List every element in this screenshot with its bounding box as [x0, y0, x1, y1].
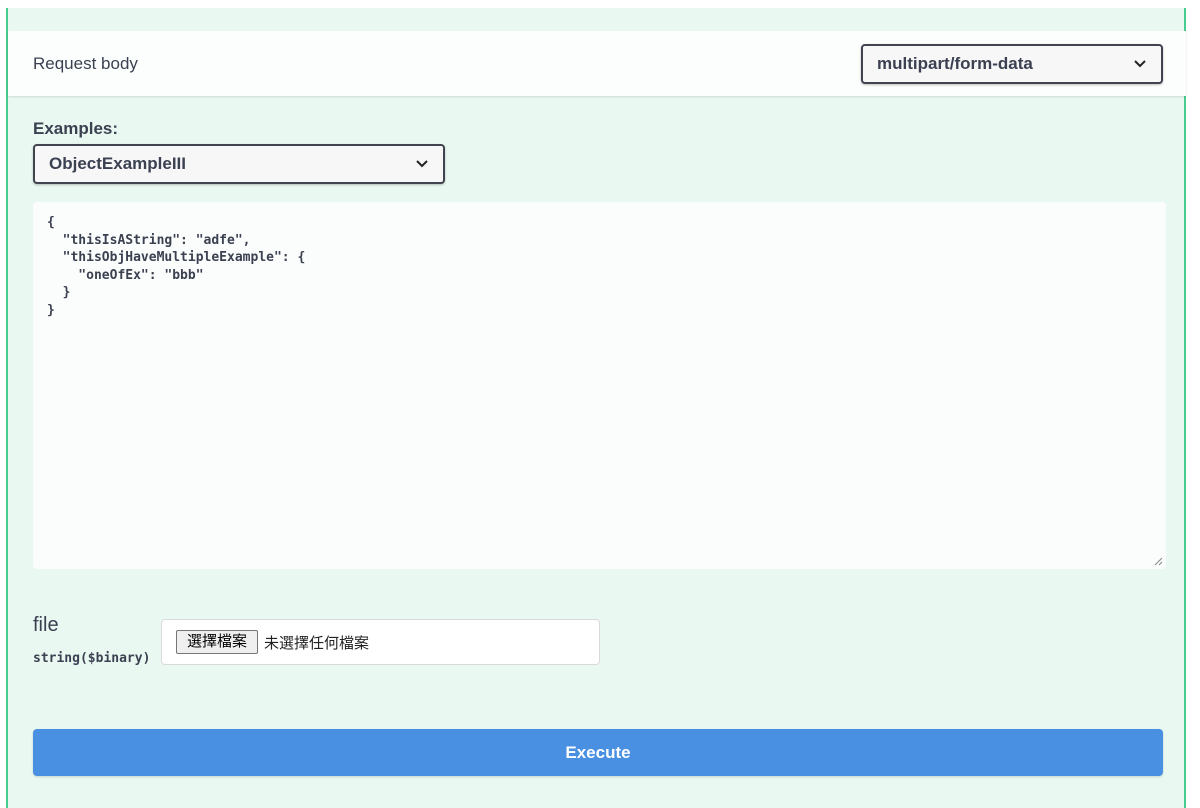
- examples-select[interactable]: ObjectExampleIII: [33, 144, 445, 184]
- execute-button[interactable]: Execute: [33, 729, 1163, 776]
- request-body-editor[interactable]: { "thisIsAString": "adfe", "thisObjHaveM…: [33, 202, 1166, 569]
- chevron-down-icon: [416, 160, 428, 168]
- request-body-title: Request body: [33, 54, 138, 73]
- chevron-down-icon: [1134, 60, 1146, 68]
- content-type-value: multipart/form-data: [877, 54, 1033, 73]
- param-name: file: [33, 614, 59, 636]
- file-status: 未選擇任何檔案: [264, 635, 370, 652]
- examples-label: Examples:: [33, 119, 119, 138]
- resize-handle-icon[interactable]: [1153, 556, 1163, 566]
- choose-file-button[interactable]: 選擇檔案: [176, 630, 259, 654]
- file-input[interactable]: 選擇檔案 未選擇任何檔案: [161, 619, 600, 665]
- request-body-json: { "thisIsAString": "adfe", "thisObjHaveM…: [47, 215, 306, 318]
- examples-value: ObjectExampleIII: [49, 154, 186, 173]
- param-type: string($binary): [33, 651, 151, 666]
- content-type-select[interactable]: multipart/form-data: [861, 44, 1163, 84]
